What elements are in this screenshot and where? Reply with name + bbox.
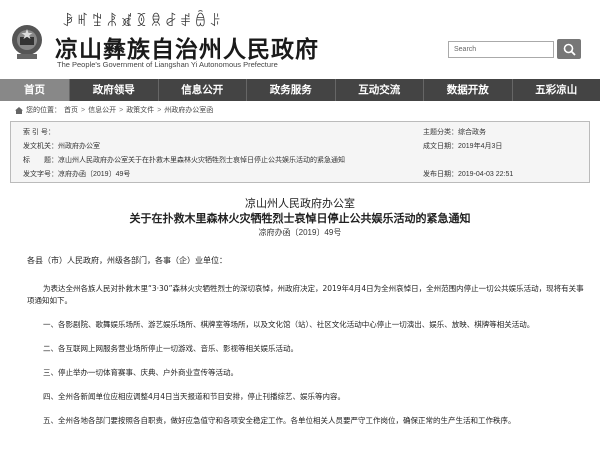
document-item-2: 二、各互联网上网服务营业场所停止一切游戏、音乐、影视等相关娱乐活动。 [43,344,298,353]
date-row: 成文日期：2019年4月3日 [423,141,502,153]
search-button[interactable] [557,39,581,59]
issuer-value: 州政府办公室 [58,143,100,150]
index-number-row: 索 引 号： [23,127,55,139]
document-item-3: 三、停止举办一切体育赛事、庆典、户外商业宣传等活动。 [43,368,238,377]
nav-item-liangshan[interactable]: 五彩凉山 [513,79,600,101]
topic-row: 主题分类：综合政务 [423,127,486,139]
document-number: 凉府办函〔2019〕49号 [258,228,342,237]
nav-item-open-data[interactable]: 数据开放 [424,79,513,101]
title-value: 凉山州人民政府办公室关于在扑救木里森林火灾牺牲烈士哀悼日停止公共娱乐活动的紧急通… [58,157,345,164]
title-row: 标 题：凉山州人民政府办公室关于在扑救木里森林火灾牺牲烈士哀悼日停止公共娱乐活动… [23,155,345,167]
title-label: 标 题： [23,157,58,164]
breadcrumb: 您的位置： 首页 > 信息公开 > 政策文件 > 州政府办公室函 [0,103,600,118]
issuer-row: 发文机关：州政府办公室 [23,141,100,153]
breadcrumb-item-policy[interactable]: 政策文件 [126,103,154,118]
date-value: 2019年4月3日 [458,143,503,150]
index-number-label: 索 引 号： [23,129,55,136]
document-title: 关于在扑救木里森林火灾牺牲烈士哀悼日停止公共娱乐活动的紧急通知 [129,212,471,225]
document-intro: 为表达全州各族人民对扑救木里“3·30”森林火灾牺牲烈士的深切哀悼，州政府决定，… [27,284,584,305]
doc-number-row: 发文字号：凉府办函〔2019〕49号 [23,169,130,181]
breadcrumb-item-info[interactable]: 信息公开 [88,103,116,118]
nav-item-services[interactable]: 政务服务 [247,79,336,101]
nav-item-leaders[interactable]: 政府领导 [70,79,159,101]
document-body: 各县（市）人民政府，州级各部门，各事（企）业单位： 为表达全州各族人民对扑救木里… [27,255,587,439]
breadcrumb-separator: > [157,107,162,114]
document-item-4: 四、全州各新闻单位应相应调整4月4日当天报道和节目安排，停止刊播综艺、娱乐等内容… [43,392,346,401]
date-label: 成文日期： [423,143,458,150]
nav-item-home[interactable]: 首页 [0,79,70,101]
document-item-5: 五、全州各地各部门要按照各自职责，做好应急值守和各项安全稳定工作。各单位相关人员… [43,416,516,425]
document-content: 凉山州人民政府办公室 关于在扑救木里森林火灾牺牲烈士哀悼日停止公共娱乐活动的紧急… [0,185,600,461]
breadcrumb-separator: > [119,107,124,114]
main-nav: 首页 政府领导 信息公开 政务服务 互动交流 数据开放 五彩凉山 [0,79,600,101]
publish-date-value: 2019-04-03 22:51 [458,171,514,178]
doc-number-value: 凉府办函〔2019〕49号 [58,171,131,178]
document-issuer: 凉山州人民政府办公室 [245,197,355,210]
nav-item-interaction[interactable]: 互动交流 [336,79,424,101]
document-item-1: 一、各影剧院、歌舞娱乐场所、游艺娱乐场所、棋牌室等场所，以及文化馆（站）、社区文… [43,320,535,329]
doc-number-label: 发文字号： [23,171,58,178]
publish-date-label: 发布日期： [423,171,458,178]
breadcrumb-prefix: 您的位置： [26,107,61,114]
site-subtitle: The People's Government of Liangshan Yi … [57,60,278,69]
breadcrumb-separator: > [81,107,86,114]
topic-label: 主题分类： [423,129,458,136]
site-header: ꆃꎭꄹꂿꑵꅉꌋꆀꂱꎁꌠ 凉山彝族自治州人民政府 The People's Gov… [0,0,600,76]
nav-item-info-disclosure[interactable]: 信息公开 [159,79,247,101]
topic-value: 综合政务 [458,129,486,136]
breadcrumb-item-home[interactable]: 首页 [64,103,78,118]
document-salutation: 各县（市）人民政府，州级各部门，各事（企）业单位： [27,256,227,265]
search-input[interactable]: Search [448,41,554,58]
site-title: 凉山彝族自治州人民政府 [55,36,319,63]
national-emblem-icon [12,25,42,59]
breadcrumb-item-current[interactable]: 州政府办公室函 [164,103,213,118]
yi-script-title: ꆃꎭꄹꂿꑵꅉꌋꆀꂱꎁꌠ [62,12,224,30]
document-metadata-box: 索 引 号： 主题分类：综合政务 发文机关：州政府办公室 成文日期：2019年4… [10,121,590,183]
publish-date-row: 发布日期：2019-04-03 22:51 [423,169,513,181]
search-icon [563,43,576,56]
issuer-label: 发文机关： [23,143,58,150]
home-icon [15,107,23,114]
